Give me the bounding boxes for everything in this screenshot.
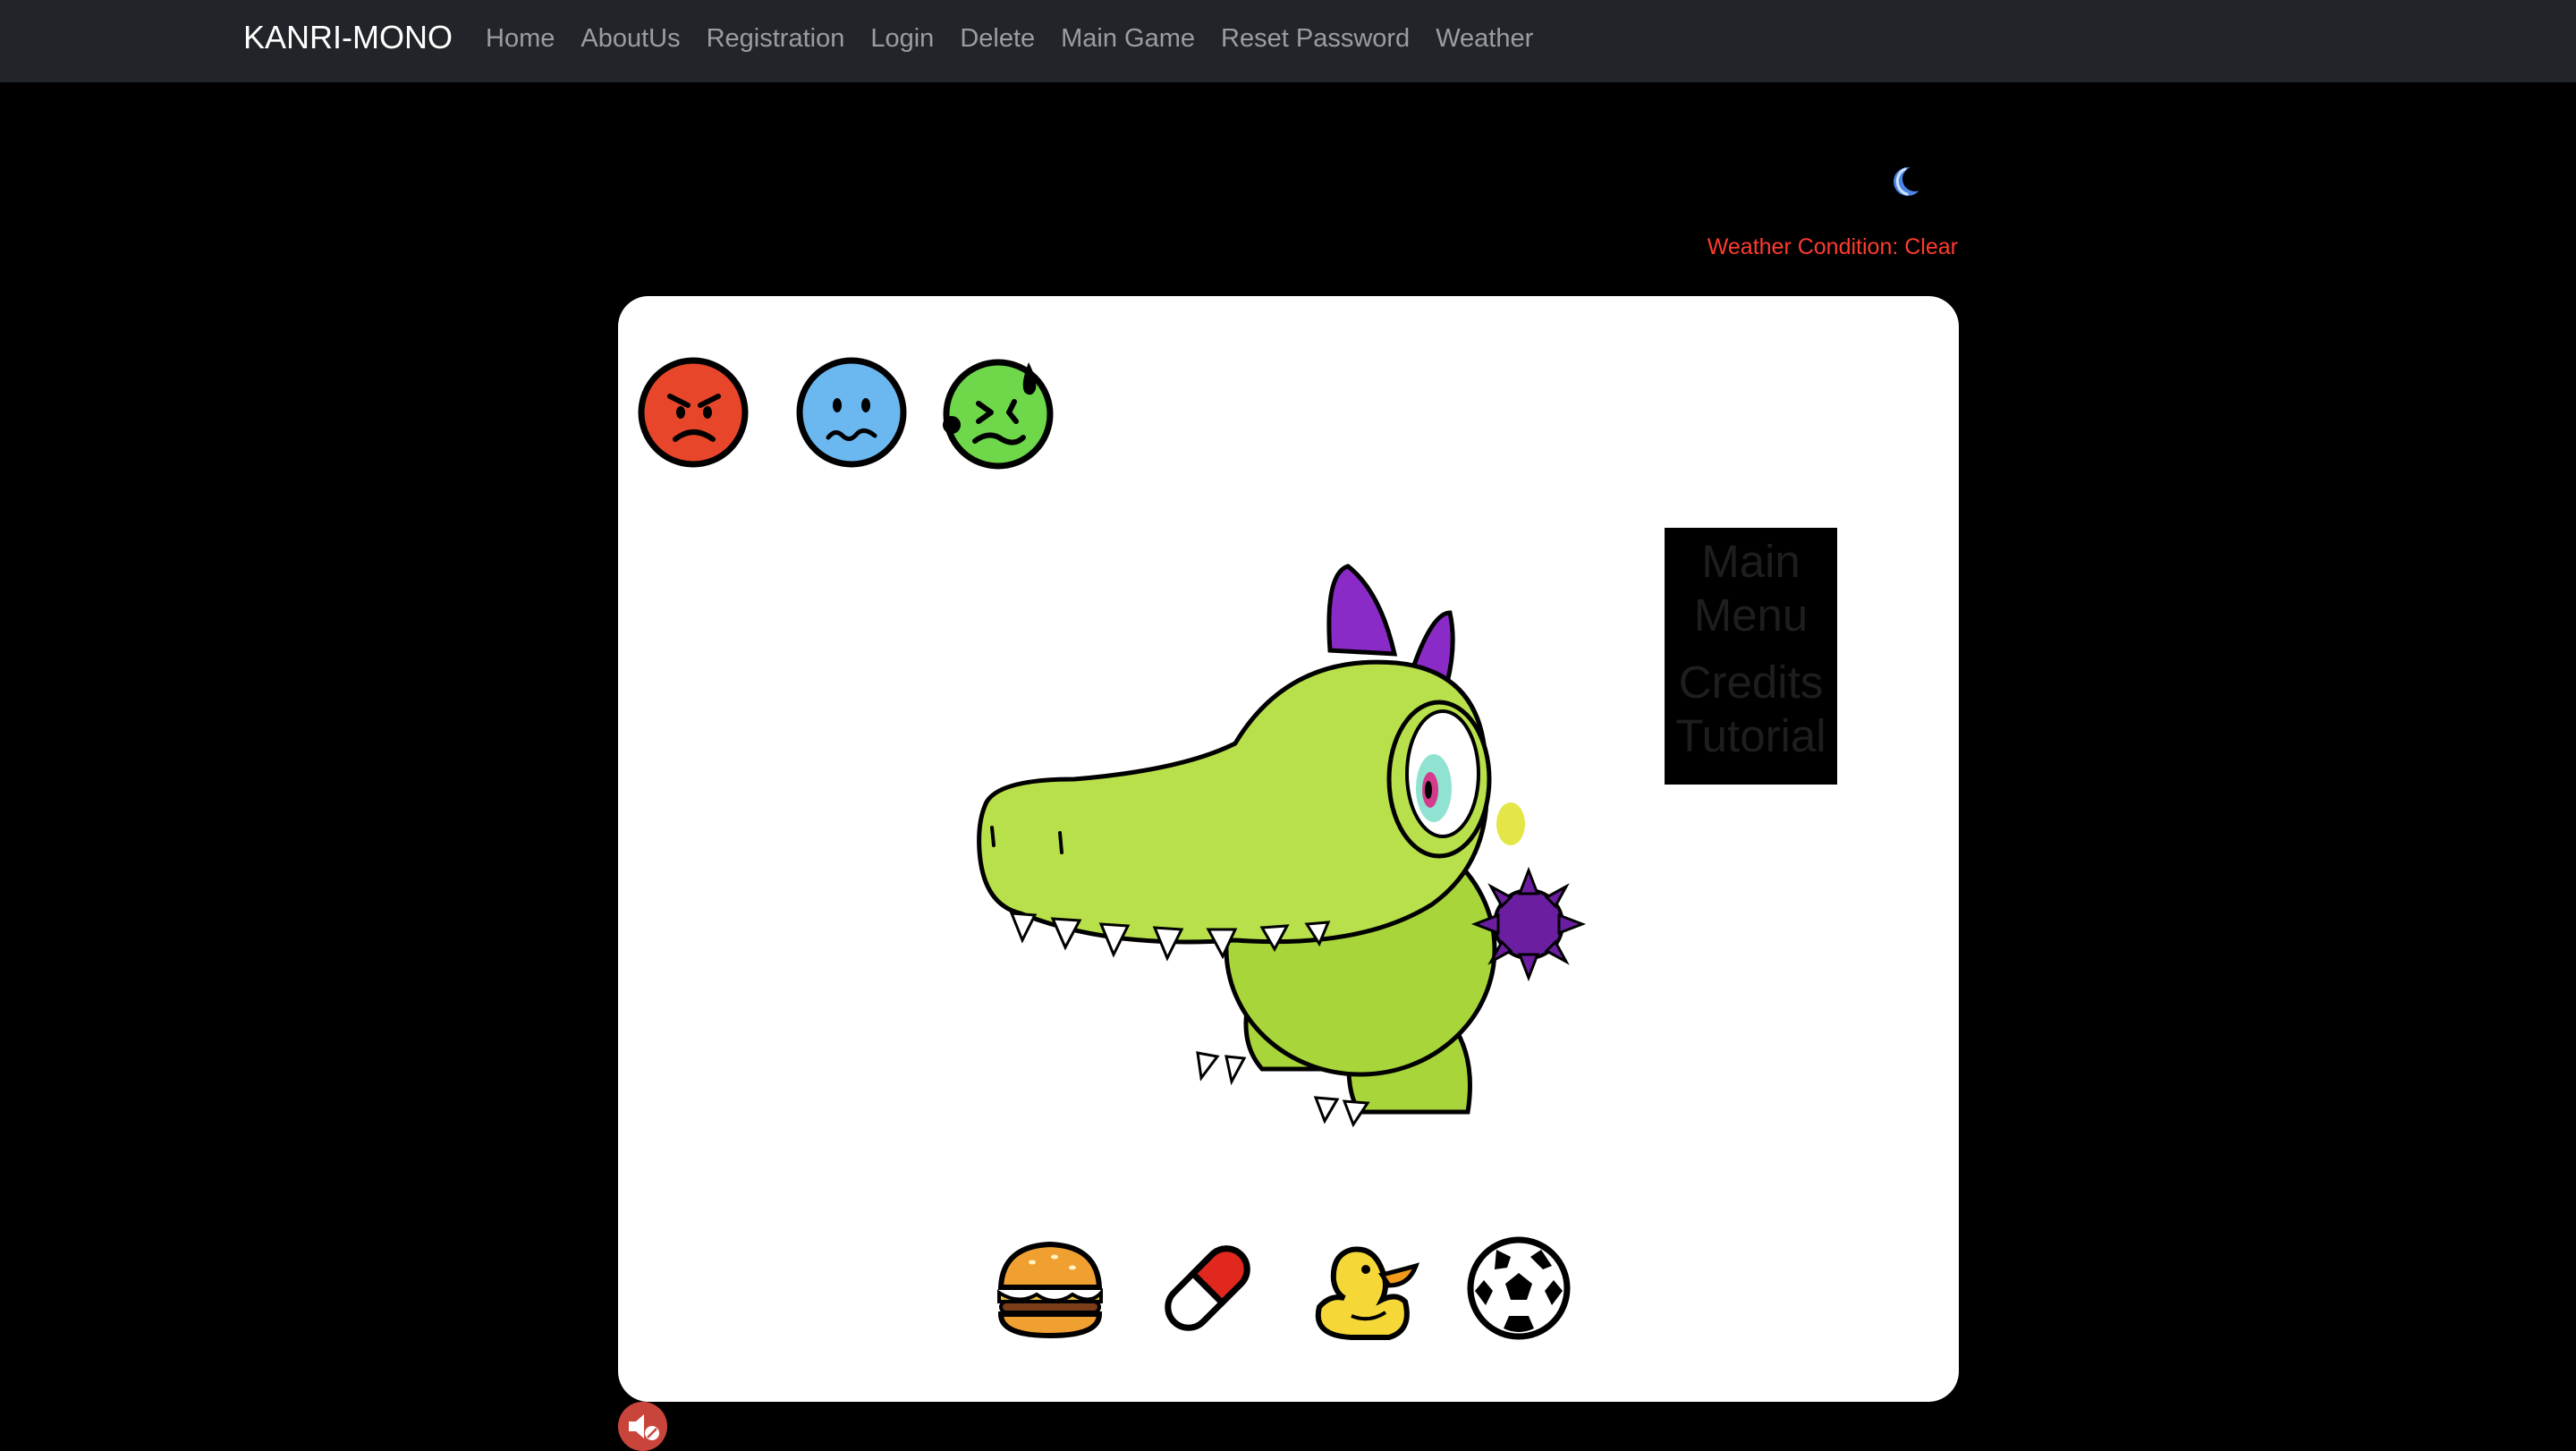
weather-condition-text: Weather Condition: Clear <box>1707 234 1958 259</box>
nav-aboutus-link[interactable]: AboutUs <box>580 21 680 55</box>
nav-registration-link[interactable]: Registration <box>707 21 845 55</box>
nav-main-game-link[interactable]: Main Game <box>1061 21 1195 55</box>
soccer-ball-icon[interactable] <box>1461 1230 1577 1346</box>
navbar: KANRI-MONO Home AboutUs Registration Log… <box>0 0 2576 82</box>
item-bar <box>992 1230 1571 1346</box>
mute-icon[interactable] <box>618 1402 667 1451</box>
game-menu-panel: Main Menu Credits Tutorial <box>1665 528 1837 785</box>
burger-icon[interactable] <box>992 1230 1108 1346</box>
sick-face-icon <box>943 359 1054 470</box>
sad-face-icon <box>796 357 907 468</box>
nav-delete-link[interactable]: Delete <box>960 21 1035 55</box>
pet-monster-image[interactable] <box>967 520 1611 1146</box>
angry-face-icon <box>638 357 749 468</box>
game-card: Main Menu Credits Tutorial <box>618 296 1959 1402</box>
nav-login-link[interactable]: Login <box>870 21 934 55</box>
tail-spike-ball <box>1470 866 1587 982</box>
tutorial-button[interactable]: Tutorial <box>1675 709 1826 763</box>
crescent-moon-icon <box>1894 166 1928 196</box>
nav-home-link[interactable]: Home <box>486 21 555 55</box>
rubber-duck-icon[interactable] <box>1303 1230 1419 1346</box>
nav-reset-password-link[interactable]: Reset Password <box>1221 21 1410 55</box>
nav-weather-link[interactable]: Weather <box>1436 21 1533 55</box>
pill-icon[interactable] <box>1149 1230 1266 1346</box>
credits-button[interactable]: Credits <box>1679 656 1824 709</box>
main-menu-button[interactable]: Main Menu <box>1693 535 1809 642</box>
brand-link[interactable]: KANRI-MONO <box>243 18 453 57</box>
nav-links: Home AboutUs Registration Login Delete M… <box>486 21 1533 55</box>
